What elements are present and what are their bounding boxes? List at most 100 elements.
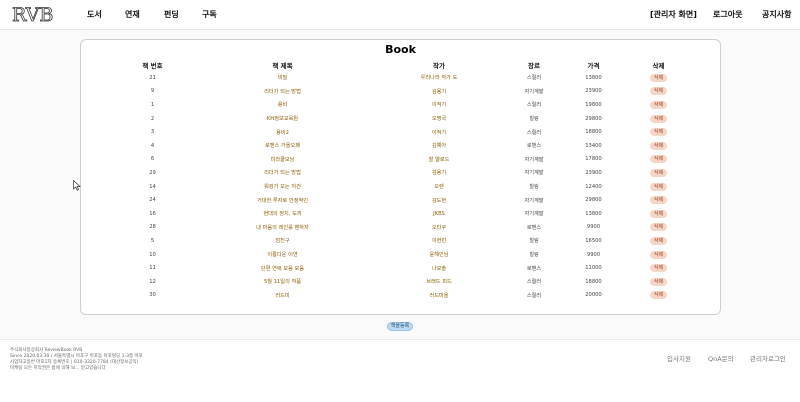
delete-button[interactable]: 삭제 [649,182,668,191]
book-genre-cell: 힐링 [529,238,539,245]
book-delete-cell: 삭제 [626,275,691,289]
book-title-cell: 용비2 [276,129,289,136]
book-title-cell: 단편 연애 모음 모음 [260,265,305,272]
book-delete-cell: 삭제 [626,248,691,262]
col-header-genre: 장르 [528,62,540,70]
book-genre-cell: 자기계발 [524,170,544,177]
book-author-cell: 윤해인님 [429,252,449,259]
rvb-logo[interactable]: RVB [12,4,66,24]
book-genre-cell: 로맨스 [526,143,542,150]
book-genre-cell: 스릴러 [526,279,542,286]
delete-button[interactable]: 삭제 [649,236,668,245]
book-price-cell: 19800 [585,101,602,108]
table-row: 9 리더가 되는 방법 김용기 자기계발 23900 삭제 [111,85,691,99]
table-row: 28 내 마음의 레인를 밴하자 오타쿠 로맨스 9900 삭제 [111,221,691,235]
book-genre-cell: 스릴러 [526,102,542,109]
book-no-cell: 10 [149,251,156,258]
delete-button[interactable]: 삭제 [649,250,668,259]
book-genre-cell: 스릴러 [526,75,542,82]
nav-item-funding[interactable]: 펀딩 [164,9,179,20]
delete-button[interactable]: 삭제 [649,264,668,273]
nav-item-notice[interactable]: 공지사항 [762,9,791,20]
book-delete-cell: 삭제 [626,193,691,207]
book-price-cell: 9900 [586,251,601,258]
delete-button[interactable]: 삭제 [649,277,668,286]
nav-item-books[interactable]: 도서 [87,9,102,20]
book-no-cell: 3 [150,129,155,136]
table-row: 2 KH정보교육원 오명국 힐링 29800 삭제 [111,112,691,126]
register-book-button[interactable]: 책을등록 [387,322,413,331]
delete-button[interactable]: 삭제 [649,100,668,109]
delete-button[interactable]: 삭제 [649,209,668,218]
delete-button[interactable]: 삭제 [649,114,668,123]
book-no-cell: 16 [149,210,156,217]
delete-button[interactable]: 삭제 [649,128,668,137]
book-no-cell: 30 [149,292,156,299]
book-price-cell: 9900 [586,224,601,231]
table-row: 4 로맨스 가을오페 김예아 로맨스 13400 삭제 [111,139,691,153]
table-row: 16 현대의 정치, 도끼 JKBS 자기계발 13800 삭제 [111,207,691,221]
book-title-cell: 5월 11일의 작품 [263,279,302,286]
table-row: 11 단편 연애 모음 모음 나모솔 로맨스 11000 삭제 [111,261,691,275]
book-title-cell: 이름다운 이연 [267,252,298,259]
footer-info-line: 마케팅 모든 저작권은 법에 의해 보... 받고있습니다 [10,366,106,371]
book-price-cell: 17800 [585,156,602,163]
book-genre-cell: 자기계발 [524,88,544,95]
book-title-cell: 비밀 [277,75,288,82]
book-no-cell: 28 [149,224,156,231]
book-title-cell: 워킹가 모는 저건 [264,184,301,191]
delete-button[interactable]: 삭제 [649,155,668,164]
book-price-cell: 13800 [585,74,602,81]
book-table: 책 번호 책 제목 작가 장르 가격 삭제 21 비밀 우리나라 작가 도 스릴러 13… [111,59,691,302]
book-price-cell: 20000 [585,292,602,299]
book-author-cell: 우리나라 작가 도 [420,75,458,82]
book-genre-cell: 자기계발 [524,156,544,163]
book-author-cell: JKBS [433,210,445,217]
book-title-cell: 거대한 투자로 안정적인 [256,197,309,204]
book-author-cell: 김예아 [431,143,447,150]
book-genre-cell: 힐링 [529,252,539,259]
table-row: 29 리더가 되는 방법 김용기 자기계발 23900 삭제 [111,166,691,180]
book-title-cell: 용비 [277,102,288,109]
footer: 주식회사일상회사 ReviewBook RVB Since 2020.03.30… [0,339,800,402]
book-delete-cell: 삭제 [626,166,691,180]
book-price-cell: 11000 [585,265,602,272]
delete-button[interactable]: 삭제 [649,141,668,150]
delete-button[interactable]: 삭제 [649,73,668,82]
book-no-cell: 9 [150,88,155,95]
table-row: 12 5월 11일의 작품 브래드 피드 스릴러 18800 삭제 [111,275,691,289]
delete-button[interactable]: 삭제 [649,87,668,96]
footer-link-qna[interactable]: QnA문의 [708,353,734,363]
delete-button[interactable]: 삭제 [649,168,668,177]
book-author-cell: 김도현 [431,197,447,204]
book-title-cell: 현대의 정치, 도끼 [263,211,302,218]
col-header-price: 가격 [587,62,600,70]
book-price-cell: 23900 [585,88,602,95]
delete-button[interactable]: 삭제 [649,223,668,232]
table-row: 5 엄친구 이현빈 힐링 16500 삭제 [111,234,691,248]
book-no-cell: 1 [150,101,155,108]
footer-link-apply[interactable]: 입사지원 [667,353,691,363]
book-title-cell: KH정보교육원 [266,116,299,123]
table-row: 24 거대한 투자로 안정적인 김도현 자기계발 29800 삭제 [111,193,691,207]
book-no-cell: 12 [149,278,156,285]
book-title-cell: 미라클모닝 [270,156,295,163]
nav-item-serial[interactable]: 연재 [125,9,140,20]
book-delete-cell: 삭제 [626,139,691,153]
table-header-row: 책 번호 책 제목 작가 장르 가격 삭제 [111,59,691,71]
nav-item-admin[interactable]: [관리자 화면] [650,9,697,20]
book-delete-cell: 삭제 [626,234,691,248]
book-no-cell: 14 [149,183,156,190]
book-author-cell: 할 엘로드 [428,156,450,163]
nav-item-logout[interactable]: 로그아웃 [713,9,742,20]
book-author-cell: 러드마을 [429,292,449,299]
footer-link-admin-login[interactable]: 관리자로그인 [750,353,786,363]
delete-button[interactable]: 삭제 [649,196,668,205]
table-row: 10 이름다운 이연 윤해인님 힐링 9900 삭제 [111,248,691,262]
table-row: 1 용비 이적기 스릴러 19800 삭제 [111,98,691,112]
delete-button[interactable]: 삭제 [649,291,668,300]
book-title-cell: 엄친구 [275,238,290,245]
book-price-cell: 29800 [585,197,602,204]
nav-item-subscribe[interactable]: 구독 [202,9,217,20]
table-row: 3 용비2 이적기 스릴러 18800 삭제 [111,125,691,139]
